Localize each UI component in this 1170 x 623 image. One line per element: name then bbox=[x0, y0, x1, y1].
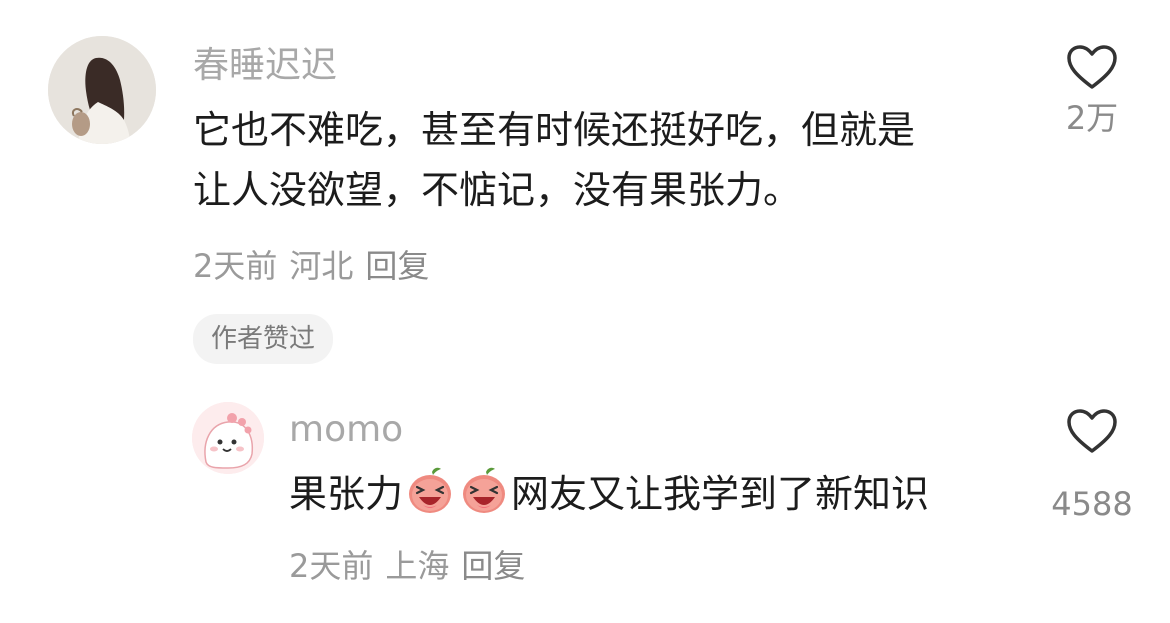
comment-meta: 2天前 河北 回复 bbox=[193, 246, 441, 286]
reply-text: 果张力 网友又让我学到了新知识 bbox=[289, 464, 1029, 532]
avatar[interactable] bbox=[48, 36, 156, 144]
comment-time: 2天前 bbox=[193, 247, 278, 285]
reply-location: 上海 bbox=[385, 547, 450, 585]
like-button[interactable]: 2万 bbox=[1052, 44, 1132, 138]
reply-time: 2天前 bbox=[289, 547, 374, 585]
heart-icon bbox=[1067, 45, 1117, 89]
reply-text-after: 网友又让我学到了新知识 bbox=[511, 472, 930, 516]
author-liked-badge: 作者赞过 bbox=[193, 314, 334, 364]
like-count: 4588 bbox=[1051, 485, 1133, 523]
avatar[interactable] bbox=[192, 402, 264, 474]
reply-button[interactable]: 回复 bbox=[365, 247, 429, 285]
comment-author[interactable]: 春睡迟迟 bbox=[193, 44, 337, 88]
like-button[interactable] bbox=[1052, 408, 1132, 454]
like-count: 2万 bbox=[1065, 99, 1119, 137]
comment-text: 它也不难吃，甚至有时候还挺好吃，但就是 让人没欲望，不惦记，没有果张力。 bbox=[193, 108, 916, 212]
heart-icon bbox=[1067, 409, 1117, 453]
pink-dino-avatar-icon bbox=[192, 402, 264, 474]
laughing-peach-emoji-icon bbox=[405, 465, 455, 532]
reply-meta: 2天前 上海 回复 bbox=[289, 546, 537, 586]
laughing-peach-emoji-icon bbox=[459, 465, 509, 532]
reply-text-before: 果张力 bbox=[289, 472, 404, 516]
woman-back-avatar-icon bbox=[48, 36, 156, 144]
reply-author[interactable]: momo bbox=[289, 408, 403, 452]
comment-location: 河北 bbox=[289, 247, 354, 285]
reply-button[interactable]: 回复 bbox=[461, 547, 525, 585]
